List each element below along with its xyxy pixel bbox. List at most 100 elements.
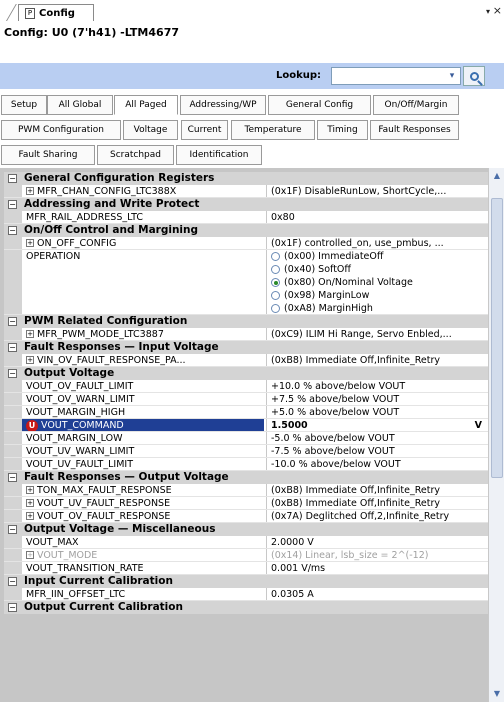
row-rail: [4, 354, 22, 366]
property-row[interactable]: + TON_MAX_FAULT_RESPONSE (0xB8) Immediate …: [4, 484, 488, 497]
category-row[interactable]: − Output Current Calibration: [4, 601, 488, 614]
tab-fault-sharing[interactable]: Fault Sharing: [1, 145, 95, 165]
collapse-icon[interactable]: −: [8, 200, 17, 209]
property-value-text: -10.0 % above/below VOUT: [271, 459, 401, 470]
operation-option[interactable]: (0x00) ImmediateOff: [271, 250, 488, 263]
property-name: U VOUT_COMMAND: [22, 419, 264, 431]
radio-button[interactable]: [271, 265, 280, 274]
property-row[interactable]: MFR_RAIL_ADDRESS_LTC 0x80: [4, 211, 488, 224]
property-name: OPERATION: [22, 250, 264, 314]
chevron-down-icon[interactable]: ▾: [445, 69, 459, 83]
category-row[interactable]: − Output Voltage — Miscellaneous: [4, 523, 488, 536]
expand-icon[interactable]: +: [26, 356, 34, 364]
tab-on-off-margin[interactable]: On/Off/Margin: [373, 95, 459, 115]
property-row-selected[interactable]: U VOUT_COMMAND 1.5000 V: [4, 419, 488, 432]
collapse-icon[interactable]: −: [8, 577, 17, 586]
tab-setup[interactable]: Setup: [1, 95, 47, 115]
property-row[interactable]: + MFR_CHAN_CONFIG_LTC388X (0x1F) DisableRu…: [4, 185, 488, 198]
property-row[interactable]: + VOUT_OV_FAULT_RESPONSE (0x7A) Deglitched…: [4, 510, 488, 523]
collapse-icon[interactable]: −: [8, 369, 17, 378]
search-button[interactable]: [463, 66, 485, 86]
category-row[interactable]: − General Configuration Registers: [4, 172, 488, 185]
tab-fault-responses[interactable]: Fault Responses: [370, 120, 459, 140]
property-row[interactable]: VOUT_UV_FAULT_LIMIT -10.0 % above/below V…: [4, 458, 488, 471]
tab-pwm-configuration[interactable]: PWM Configuration: [1, 120, 121, 140]
scroll-down-icon[interactable]: ▼: [490, 687, 504, 701]
property-row[interactable]: + VOUT_MODE (0x14) Linear, lsb_size = 2^(-…: [4, 549, 488, 562]
collapse-icon[interactable]: −: [8, 473, 17, 482]
tab-timing[interactable]: Timing: [317, 120, 368, 140]
category-row[interactable]: − Fault Responses — Input Voltage: [4, 341, 488, 354]
collapse-icon[interactable]: −: [8, 525, 17, 534]
category-row[interactable]: − PWM Related Configuration: [4, 315, 488, 328]
expand-icon[interactable]: +: [26, 499, 34, 507]
radio-button[interactable]: [271, 291, 280, 300]
expand-icon[interactable]: +: [26, 330, 34, 338]
property-name-text: VOUT_UV_FAULT_LIMIT: [26, 459, 133, 470]
category-row[interactable]: − Addressing and Write Protect: [4, 198, 488, 211]
lookup-input[interactable]: ▾: [331, 67, 461, 85]
property-row[interactable]: VOUT_TRANSITION_RATE 0.001 V/ms: [4, 562, 488, 575]
operation-option[interactable]: (0x98) MarginLow: [271, 289, 488, 302]
radio-button[interactable]: [271, 278, 280, 287]
property-row[interactable]: VOUT_MARGIN_HIGH +5.0 % above/below VOUT: [4, 406, 488, 419]
close-icon[interactable]: ×: [493, 4, 502, 17]
property-row[interactable]: + MFR_PWM_MODE_LTC3887 (0xC9) ILIM Hi Rang…: [4, 328, 488, 341]
category-row[interactable]: − Fault Responses — Output Voltage: [4, 471, 488, 484]
operation-option[interactable]: (0x40) SoftOff: [271, 263, 488, 276]
property-row[interactable]: VOUT_MARGIN_LOW -5.0 % above/below VOUT: [4, 432, 488, 445]
property-row[interactable]: + ON_OFF_CONFIG (0x1F) controlled_on, use_…: [4, 237, 488, 250]
window-position-icon[interactable]: ▾: [486, 7, 490, 16]
collapse-icon[interactable]: −: [8, 226, 17, 235]
lookup-bar: Lookup: ▾: [0, 63, 504, 89]
row-rail: [4, 562, 22, 574]
tab-identification[interactable]: Identification: [176, 145, 262, 165]
property-value-text: 0x80: [271, 212, 295, 223]
tab-general-config[interactable]: General Config: [268, 95, 371, 115]
config-tab[interactable]: P Config: [18, 4, 94, 21]
collapse-icon[interactable]: −: [8, 174, 17, 183]
radio-button[interactable]: [271, 252, 280, 261]
vout-command-input[interactable]: 1.5000 V: [266, 419, 488, 431]
tab-all-paged[interactable]: All Paged: [114, 95, 178, 115]
collapse-icon[interactable]: −: [8, 317, 17, 326]
category-row[interactable]: − On/Off Control and Margining: [4, 224, 488, 237]
operation-option[interactable]: (0x80) On/Nominal Voltage: [271, 276, 488, 289]
operation-option[interactable]: (0xA8) MarginHigh: [271, 302, 488, 314]
property-row[interactable]: OPERATION (0x00) ImmediateOff (0x40) SoftO…: [4, 250, 488, 315]
property-name-text: VOUT_OV_WARN_LIMIT: [26, 394, 135, 405]
tab-all-global[interactable]: All Global: [47, 95, 113, 115]
expand-icon[interactable]: +: [26, 239, 34, 247]
property-name: MFR_RAIL_ADDRESS_LTC: [22, 211, 264, 223]
tab-current[interactable]: Current: [181, 120, 228, 140]
row-rail: [4, 328, 22, 340]
property-row[interactable]: VOUT_MAX 2.0000 V: [4, 536, 488, 549]
property-row[interactable]: + VOUT_UV_FAULT_RESPONSE (0xB8) Immediate …: [4, 497, 488, 510]
property-name-text: VOUT_UV_FAULT_RESPONSE: [37, 498, 171, 509]
property-row[interactable]: VOUT_OV_WARN_LIMIT +7.5 % above/below VOU…: [4, 393, 488, 406]
unit-dropdown[interactable]: V: [475, 419, 482, 431]
tab-temperature[interactable]: Temperature: [231, 120, 315, 140]
property-row[interactable]: + VIN_OV_FAULT_RESPONSE_PA... (0xB8) Immed…: [4, 354, 488, 367]
search-icon: [469, 71, 479, 81]
category-row[interactable]: − Input Current Calibration: [4, 575, 488, 588]
tab-addressing-wp[interactable]: Addressing/WP: [180, 95, 266, 115]
property-name: VOUT_MARGIN_LOW: [22, 432, 264, 444]
expand-icon[interactable]: +: [26, 486, 34, 494]
tab-voltage[interactable]: Voltage: [123, 120, 178, 140]
collapse-icon[interactable]: −: [8, 603, 17, 612]
radio-button[interactable]: [271, 304, 280, 313]
property-row[interactable]: VOUT_UV_WARN_LIMIT -7.5 % above/below VOU…: [4, 445, 488, 458]
vertical-scrollbar[interactable]: ▲ ▼: [488, 168, 504, 702]
scroll-thumb[interactable]: [491, 198, 503, 478]
expand-icon[interactable]: +: [26, 551, 34, 559]
property-row[interactable]: MFR_IIN_OFFSET_LTC 0.0305 A: [4, 588, 488, 601]
expand-icon[interactable]: +: [26, 512, 34, 520]
expand-icon[interactable]: +: [26, 187, 34, 195]
property-name: VOUT_UV_WARN_LIMIT: [22, 445, 264, 457]
category-row[interactable]: − Output Voltage: [4, 367, 488, 380]
property-row[interactable]: VOUT_OV_FAULT_LIMIT +10.0 % above/below V…: [4, 380, 488, 393]
tab-scratchpad[interactable]: Scratchpad: [97, 145, 174, 165]
collapse-icon[interactable]: −: [8, 343, 17, 352]
scroll-up-icon[interactable]: ▲: [490, 169, 504, 183]
